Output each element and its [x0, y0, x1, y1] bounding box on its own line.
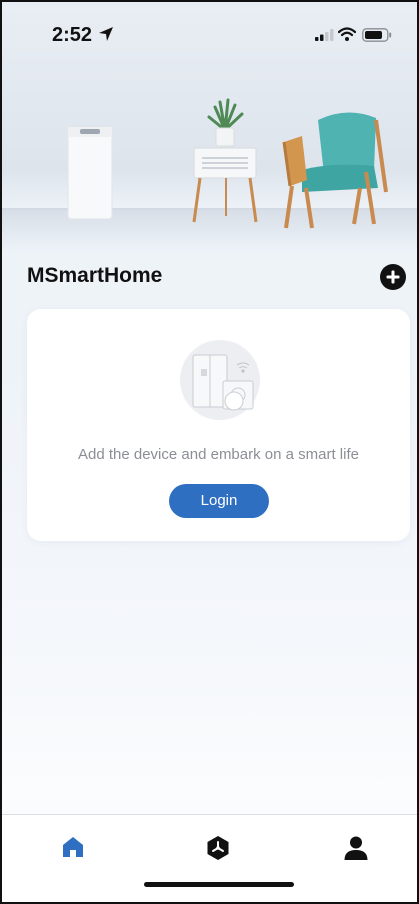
tab-profile[interactable]: [334, 835, 378, 865]
location-arrow-icon: [99, 27, 113, 41]
status-bar: 2:52: [2, 2, 417, 62]
smart-appliances-illustration: [180, 340, 260, 420]
status-time: 2:52: [52, 24, 93, 46]
home-indicator[interactable]: [144, 882, 294, 887]
battery-icon: [362, 28, 392, 42]
login-button[interactable]: Login: [169, 484, 269, 518]
bottom-tab-bar: [2, 814, 417, 902]
air-purifier: [67, 126, 113, 220]
signal-icon: [315, 29, 334, 41]
wifi-icon: [338, 27, 356, 41]
tab-devices[interactable]: [196, 835, 240, 865]
empty-state-message: Add the device and embark on a smart lif…: [78, 446, 359, 463]
home-icon: [63, 837, 83, 857]
page-title: MSmartHome: [27, 264, 163, 287]
add-device-button[interactable]: [380, 264, 406, 290]
hexagon-fan-icon: [207, 836, 229, 860]
tab-home[interactable]: [51, 835, 95, 865]
app-screen: 2:52 MSmartHome Add the device and embar…: [0, 0, 419, 904]
empty-device-card: Add the device and embark on a smart lif…: [27, 309, 410, 541]
person-icon: [344, 836, 368, 860]
plus-circle-icon: [386, 270, 400, 284]
